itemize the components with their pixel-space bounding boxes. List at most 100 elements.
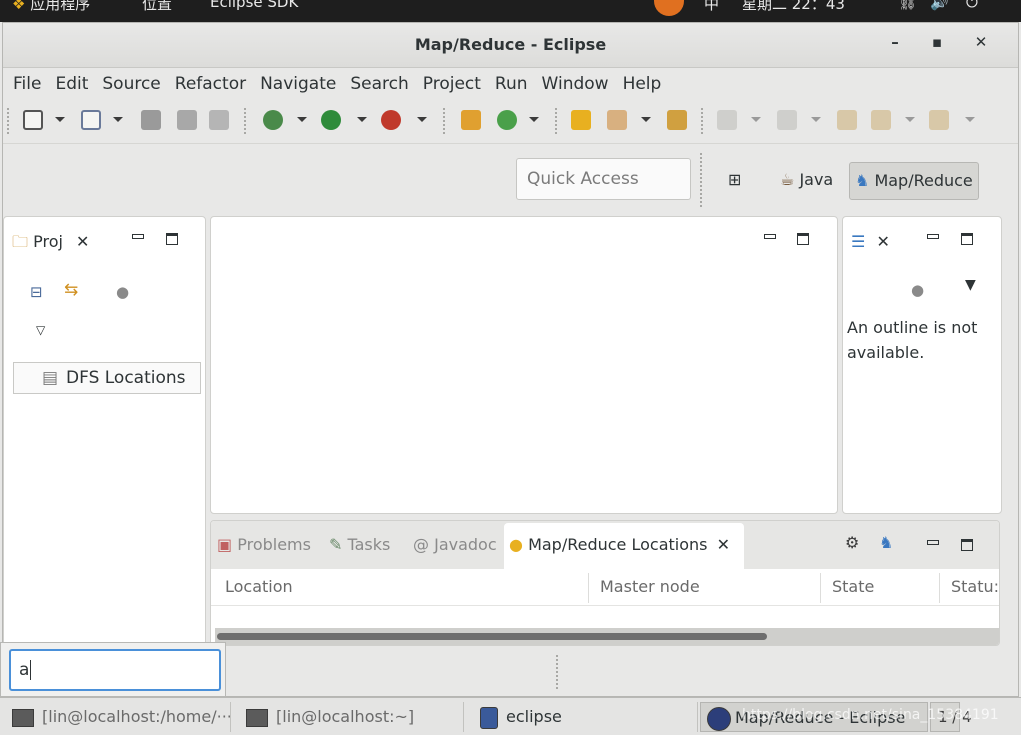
minimize-window-button[interactable]: – bbox=[883, 33, 907, 57]
open-type-icon[interactable] bbox=[571, 110, 591, 130]
new-dropdown-icon[interactable] bbox=[55, 117, 65, 122]
new-hadoop-location-icon[interactable]: ⚙ bbox=[845, 533, 859, 552]
toolbar-separator bbox=[700, 153, 702, 207]
outline-tab[interactable]: ☰ ✕ bbox=[851, 230, 890, 254]
java-perspective-label: Java bbox=[799, 170, 834, 189]
input-method-indicator[interactable]: 中 bbox=[704, 0, 719, 14]
terminal-icon bbox=[12, 708, 34, 727]
tab-mapreduce-locations-label: Map/Reduce Locations bbox=[528, 535, 708, 554]
maximize-view-button[interactable] bbox=[961, 233, 973, 245]
horizontal-scrollbar[interactable] bbox=[215, 628, 999, 645]
menu-navigate[interactable]: Navigate bbox=[253, 69, 343, 99]
menu-edit[interactable]: Edit bbox=[48, 69, 95, 99]
minimize-view-button[interactable] bbox=[927, 540, 939, 545]
active-app-name[interactable]: Eclipse SDK bbox=[210, 0, 298, 11]
close-window-button[interactable]: ✕ bbox=[969, 33, 993, 57]
previous-annotation-dropdown-icon[interactable] bbox=[811, 117, 821, 122]
back-dropdown-icon[interactable] bbox=[905, 117, 915, 122]
maximize-window-button[interactable]: ▪ bbox=[925, 33, 949, 57]
project-explorer-icon: 🗀 bbox=[12, 232, 29, 251]
run-dropdown-icon[interactable] bbox=[357, 117, 367, 122]
view-dropdown-icon[interactable]: ▽ bbox=[36, 323, 45, 337]
taskbar-terminal-1[interactable]: [lin@localhost:/home/··· bbox=[0, 702, 231, 732]
minimize-view-button[interactable] bbox=[927, 234, 939, 239]
quick-access-field[interactable]: Quick Access bbox=[516, 158, 691, 200]
menu-refactor[interactable]: Refactor bbox=[168, 69, 253, 99]
external-tools-dropdown-icon[interactable] bbox=[417, 117, 427, 122]
places-menu[interactable]: 位置 bbox=[142, 0, 172, 14]
java-perspective-button[interactable]: ☕ Java bbox=[775, 162, 838, 200]
open-perspective-button[interactable]: ⊞ bbox=[723, 162, 746, 200]
new-class-dropdown-icon[interactable] bbox=[529, 117, 539, 122]
last-edit-location-icon[interactable] bbox=[837, 110, 857, 130]
close-tab-icon[interactable]: ✕ bbox=[76, 232, 89, 251]
column-location[interactable]: Location bbox=[225, 577, 293, 596]
taskbar: [lin@localhost:/home/··· [lin@localhost:… bbox=[0, 697, 1021, 735]
run-icon[interactable] bbox=[321, 110, 341, 130]
external-tools-icon[interactable] bbox=[381, 110, 401, 130]
collapse-all-icon[interactable]: ⊟ bbox=[30, 283, 43, 301]
previous-annotation-icon[interactable] bbox=[777, 110, 797, 130]
taskbar-terminal-2[interactable]: [lin@localhost:~] bbox=[234, 702, 464, 732]
tab-problems[interactable]: ▣ Problems bbox=[217, 533, 311, 557]
forward-dropdown-icon[interactable] bbox=[965, 117, 975, 122]
text-input-field[interactable]: a bbox=[9, 649, 221, 691]
column-state[interactable]: State bbox=[832, 577, 874, 596]
clock[interactable]: 星期二 22：43 bbox=[742, 0, 845, 14]
column-master-node[interactable]: Master node bbox=[600, 577, 700, 596]
project-explorer-tab[interactable]: 🗀 Proj ✕ bbox=[12, 230, 89, 254]
next-annotation-icon[interactable] bbox=[717, 110, 737, 130]
minimize-editor-button[interactable] bbox=[764, 234, 776, 239]
open-task-icon[interactable] bbox=[607, 110, 627, 130]
debug-icon[interactable] bbox=[263, 110, 283, 130]
volume-icon[interactable]: 🔊 bbox=[930, 0, 949, 11]
view-menu-icon[interactable]: ● bbox=[116, 283, 129, 301]
tab-tasks[interactable]: ✎ Tasks bbox=[329, 533, 390, 557]
maximize-view-button[interactable] bbox=[166, 233, 178, 245]
next-annotation-dropdown-icon[interactable] bbox=[751, 117, 761, 122]
print-icon[interactable] bbox=[209, 110, 229, 130]
focus-icon[interactable]: ● bbox=[911, 281, 924, 299]
power-icon[interactable]: ⏻ bbox=[966, 0, 978, 11]
open-task-dropdown-icon[interactable] bbox=[641, 117, 651, 122]
apps-menu[interactable]: ❖ 应用程序 bbox=[12, 0, 90, 14]
menu-file[interactable]: File bbox=[6, 69, 48, 99]
menu-run[interactable]: Run bbox=[488, 69, 535, 99]
dfs-locations-item[interactable]: ▤ DFS Locations bbox=[13, 362, 201, 394]
minimize-view-button[interactable] bbox=[132, 234, 144, 239]
new-icon[interactable] bbox=[23, 110, 43, 130]
menu-window[interactable]: Window bbox=[535, 69, 616, 99]
save-all-icon[interactable] bbox=[177, 110, 197, 130]
maximize-editor-button[interactable] bbox=[797, 233, 809, 245]
view-menu-icon[interactable]: ▼ bbox=[965, 277, 976, 293]
column-status[interactable]: Statu: bbox=[951, 577, 999, 596]
tab-mapreduce-locations[interactable]: ● Map/Reduce Locations ✕ bbox=[509, 533, 730, 557]
elephant-icon[interactable]: ♞ bbox=[879, 533, 893, 552]
toolbar-separator bbox=[701, 108, 703, 134]
menu-help[interactable]: Help bbox=[616, 69, 669, 99]
close-tab-icon[interactable]: ✕ bbox=[876, 232, 889, 251]
scrollbar-thumb[interactable] bbox=[217, 633, 767, 640]
new-project-icon[interactable] bbox=[81, 110, 101, 130]
back-icon[interactable] bbox=[871, 110, 891, 130]
forward-icon[interactable] bbox=[929, 110, 949, 130]
debug-dropdown-icon[interactable] bbox=[297, 117, 307, 122]
toolbar-separator bbox=[7, 108, 9, 134]
new-project-dropdown-icon[interactable] bbox=[113, 117, 123, 122]
tab-javadoc[interactable]: @ Javadoc bbox=[413, 533, 497, 557]
search-icon[interactable] bbox=[667, 110, 687, 130]
notification-icon[interactable] bbox=[654, 0, 684, 16]
maximize-view-button[interactable] bbox=[961, 539, 973, 551]
menu-source[interactable]: Source bbox=[95, 69, 167, 99]
network-icon[interactable]: ⛓ bbox=[898, 0, 917, 11]
mapreduce-perspective-button[interactable]: ♞ Map/Reduce bbox=[849, 162, 979, 200]
menu-project[interactable]: Project bbox=[416, 69, 488, 99]
save-icon[interactable] bbox=[141, 110, 161, 130]
new-java-package-icon[interactable] bbox=[461, 110, 481, 130]
close-tab-icon[interactable]: ✕ bbox=[717, 535, 730, 554]
link-with-editor-icon[interactable]: ⇆ bbox=[64, 280, 78, 300]
taskbar-eclipse-launcher[interactable]: eclipse bbox=[468, 702, 698, 732]
window-titlebar[interactable]: Map/Reduce - Eclipse – ▪ ✕ bbox=[3, 23, 1018, 68]
menu-search[interactable]: Search bbox=[343, 69, 415, 99]
new-java-class-icon[interactable] bbox=[497, 110, 517, 130]
